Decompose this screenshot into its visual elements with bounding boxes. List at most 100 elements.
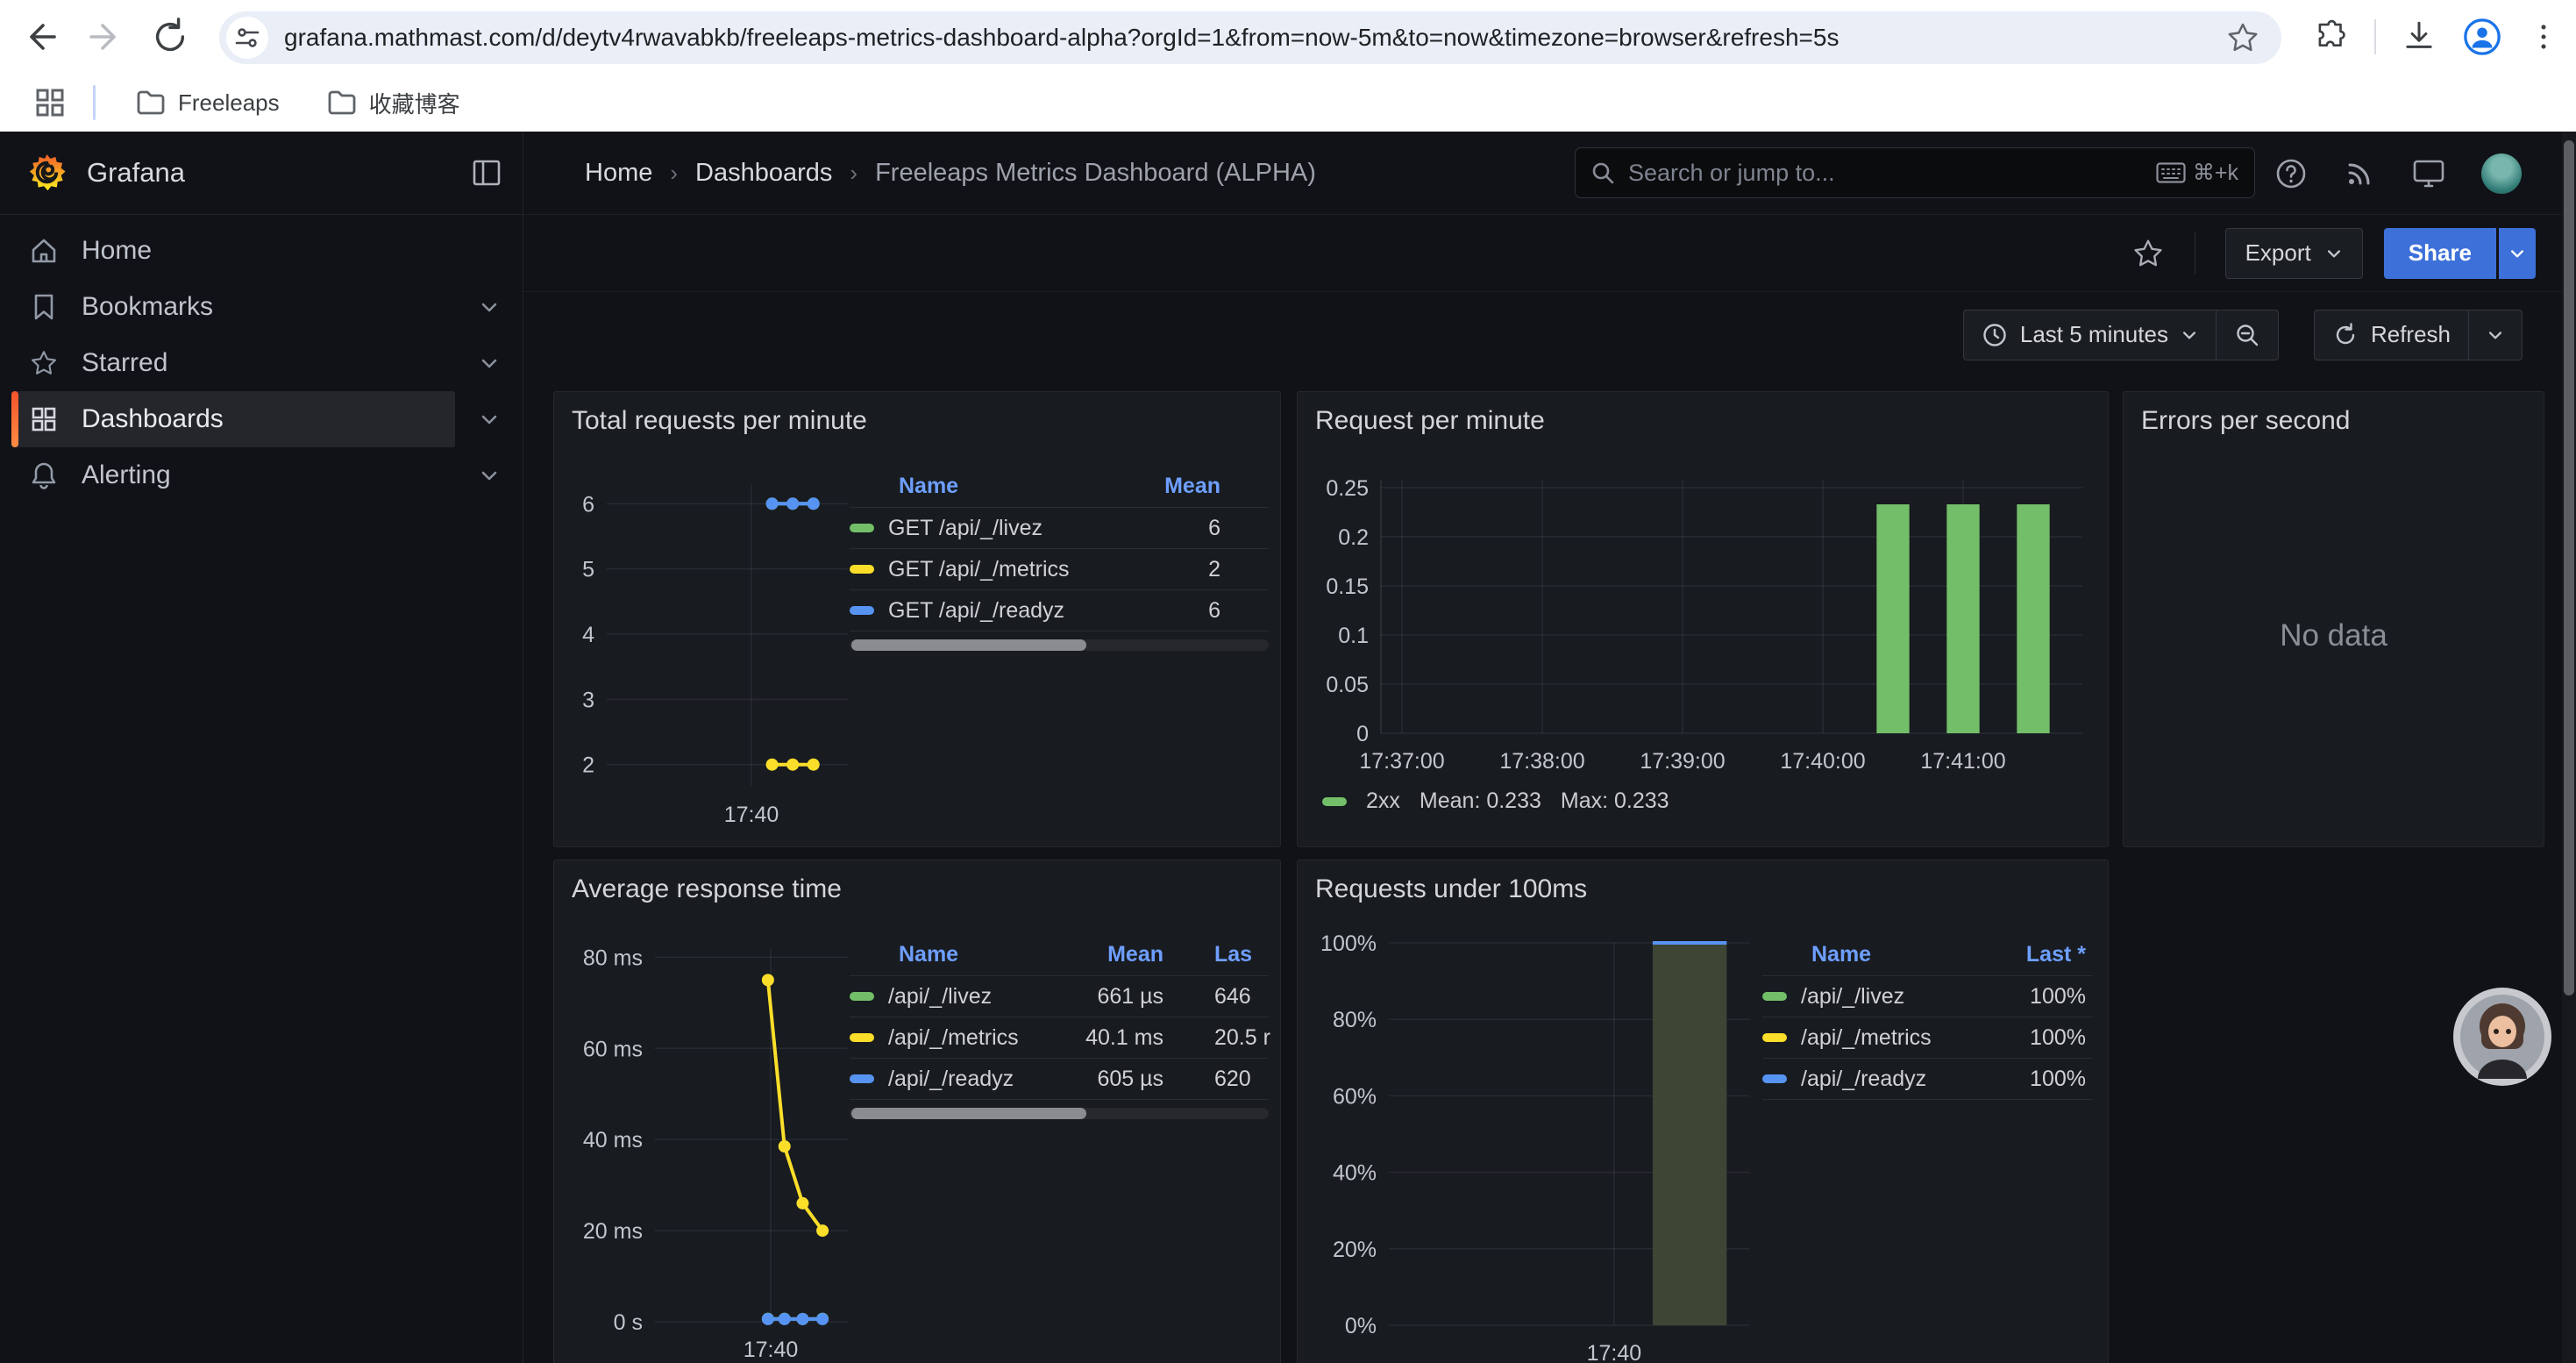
site-settings-button[interactable]: [226, 17, 268, 59]
legend-header-name[interactable]: Name: [1762, 942, 1988, 967]
bookmarks-bar: Freeleaps 收藏博客: [0, 74, 2576, 132]
svg-text:40 ms: 40 ms: [583, 1128, 643, 1152]
refresh-interval-button[interactable]: [2468, 310, 2522, 360]
svg-text:60 ms: 60 ms: [583, 1037, 643, 1061]
news-rss-icon[interactable]: [2343, 157, 2376, 190]
bell-icon: [30, 460, 58, 490]
grafana-logo[interactable]: [26, 153, 68, 194]
legend-row: /api/_/readyz 100%: [1762, 1059, 2093, 1100]
refresh-button[interactable]: Refresh: [2315, 310, 2468, 360]
series-color-pill: [850, 565, 874, 574]
chevron-down-icon: [2508, 245, 2526, 262]
profile-icon[interactable]: [2462, 17, 2502, 57]
bookmark-icon: [31, 292, 57, 322]
url-bar[interactable]: grafana.mathmast.com/d/deytv4rwavabkb/fr…: [219, 11, 2281, 64]
page-scrollbar-thumb[interactable]: [2564, 140, 2574, 995]
zoom-out-button[interactable]: [2216, 310, 2278, 360]
series-color-pill: [1322, 797, 1347, 806]
sidebar-header: Grafana: [0, 132, 523, 215]
panel-title[interactable]: Errors per second: [2141, 406, 2350, 436]
breadcrumb-dashboards[interactable]: Dashboards: [695, 159, 832, 188]
sidebar-item-alerting[interactable]: Alerting: [0, 447, 523, 503]
breadcrumb-bar: Home › Dashboards › Freeleaps Metrics Da…: [524, 132, 2576, 215]
toolbar-separator: [2374, 19, 2376, 54]
home-icon: [29, 236, 59, 266]
export-button[interactable]: Export: [2225, 228, 2363, 279]
download-icon[interactable]: [2401, 18, 2437, 55]
chevron-down-icon: [2325, 245, 2343, 262]
dashboard-actions-bar: Export Share: [524, 215, 2576, 292]
svg-text:0.2: 0.2: [1338, 525, 1369, 550]
bookmarks-separator: [93, 85, 96, 120]
page-scrollbar[interactable]: [2562, 132, 2576, 1363]
svg-text:17:39:00: 17:39:00: [1640, 749, 1725, 774]
user-avatar[interactable]: [2481, 153, 2522, 194]
assistant-avatar[interactable]: [2451, 986, 2553, 1088]
series-color-pill: [850, 606, 874, 615]
apps-grid-icon[interactable]: [35, 88, 65, 118]
sidebar: Grafana Home Bookmarks: [0, 132, 523, 1363]
browser-menu-icon[interactable]: [2527, 20, 2560, 54]
panel-total-requests: Total requests per minute 6543217:40 Nam…: [553, 391, 1281, 847]
series-color-pill: [1762, 1033, 1787, 1042]
panel-under-100ms: Requests under 100ms 100%80%60%40%20%0%1…: [1297, 860, 2109, 1363]
bookmark-folder-blogs[interactable]: 收藏博客: [315, 80, 473, 125]
chevron-down-icon[interactable]: [479, 296, 500, 318]
help-icon[interactable]: [2274, 157, 2308, 190]
toolbar-right-cluster: [2313, 0, 2560, 74]
legend-header-name[interactable]: Name: [850, 942, 1067, 967]
panel-avg-response-time: Average response time 80 ms60 ms40 ms20 …: [553, 860, 1281, 1363]
share-button[interactable]: Share: [2384, 228, 2496, 279]
legend-scrollbar-thumb[interactable]: [851, 1108, 1086, 1119]
legend-header-mean[interactable]: Mean: [1137, 474, 1269, 499]
folder-icon: [327, 89, 357, 116]
sidebar-item-bookmarks[interactable]: Bookmarks: [0, 279, 523, 335]
svg-text:0.15: 0.15: [1326, 574, 1369, 599]
search-input[interactable]: Search or jump to... ⌘+k: [1575, 147, 2255, 198]
time-range-picker[interactable]: Last 5 minutes: [1964, 310, 2216, 360]
no-data-message: No data: [2124, 618, 2544, 653]
reload-button[interactable]: [142, 9, 198, 65]
legend-header-mean[interactable]: Mean: [1067, 942, 1163, 967]
legend-scrollbar[interactable]: [850, 639, 1269, 651]
favorite-star-icon[interactable]: [2131, 237, 2165, 270]
svg-text:4: 4: [582, 623, 594, 647]
kiosk-monitor-icon[interactable]: [2411, 157, 2446, 190]
forward-button[interactable]: [77, 9, 133, 65]
legend-scrollbar[interactable]: [850, 1108, 1269, 1119]
bookmark-folder-freeleaps[interactable]: Freeleaps: [124, 80, 292, 125]
sidebar-item-dashboards[interactable]: Dashboards: [0, 391, 523, 447]
share-menu-button[interactable]: [2499, 228, 2536, 279]
chevron-down-icon[interactable]: [479, 465, 500, 486]
legend-header-last[interactable]: Las: [1163, 942, 1269, 967]
zoom-out-icon: [2234, 322, 2260, 348]
legend-scrollbar-thumb[interactable]: [851, 639, 1086, 651]
series-color-pill: [850, 992, 874, 1001]
dock-sidebar-icon[interactable]: [472, 158, 502, 188]
svg-text:17:41:00: 17:41:00: [1920, 749, 2005, 774]
bookmark-star-icon[interactable]: [2225, 20, 2260, 55]
svg-text:0: 0: [1356, 722, 1369, 746]
grafana-app: Grafana Home Bookmarks: [0, 132, 2576, 1363]
forward-icon: [91, 25, 114, 48]
svg-text:17:38:00: 17:38:00: [1499, 749, 1584, 774]
browser-toolbar: grafana.mathmast.com/d/deytv4rwavabkb/fr…: [0, 0, 2576, 74]
legend-header-name[interactable]: Name: [850, 474, 1137, 499]
dashboards-icon: [29, 404, 59, 434]
svg-text:2: 2: [582, 753, 594, 778]
legend-header-last[interactable]: Last *: [1988, 942, 2093, 967]
sidebar-item-starred[interactable]: Starred: [0, 335, 523, 391]
legend-table: Name Last * /api/_/livez 100% /api/_/met…: [1762, 934, 2093, 1100]
active-indicator: [11, 391, 18, 447]
extensions-icon[interactable]: [2313, 18, 2350, 55]
legend-inline[interactable]: 2xx Mean: 0.233 Max: 0.233: [1322, 789, 1669, 814]
svg-text:17:40: 17:40: [744, 1338, 799, 1362]
url-text[interactable]: grafana.mathmast.com/d/deytv4rwavabkb/fr…: [284, 24, 2225, 52]
back-button[interactable]: [12, 9, 68, 65]
chevron-down-icon[interactable]: [479, 409, 500, 430]
folder-icon: [136, 89, 166, 116]
chevron-down-icon[interactable]: [479, 353, 500, 374]
breadcrumb-home[interactable]: Home: [585, 159, 652, 188]
sidebar-item-home[interactable]: Home: [0, 223, 523, 279]
panel-errors-per-second: Errors per second No data: [2123, 391, 2544, 847]
